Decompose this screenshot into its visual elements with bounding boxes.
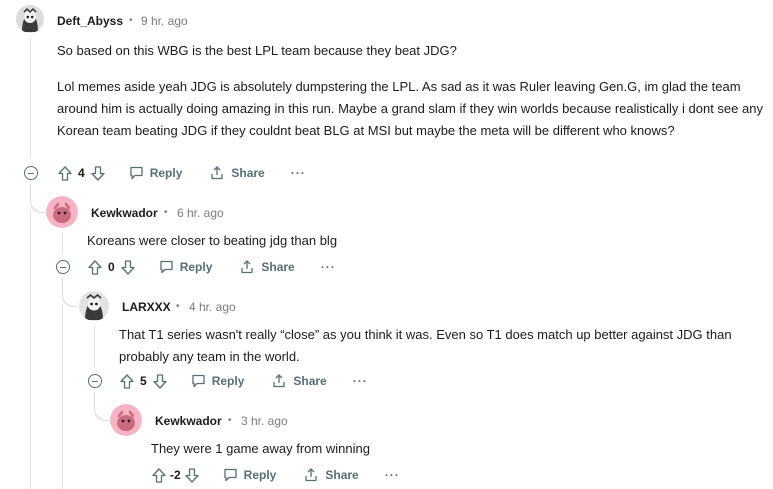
upvote-icon[interactable] <box>58 165 72 181</box>
comment-actions: 4 Reply Share ··· <box>58 162 306 184</box>
reply-label: Reply <box>179 260 213 274</box>
timestamp[interactable]: 4 hr. ago <box>189 300 236 314</box>
reply-label: Reply <box>211 374 245 388</box>
more-options-button[interactable]: ··· <box>353 374 368 388</box>
comment-actions: 5 Reply Share ··· <box>120 370 368 392</box>
thread-line <box>62 304 63 489</box>
share-button[interactable]: Share <box>209 166 265 180</box>
username[interactable]: Kewkwador <box>155 414 222 428</box>
thread-line[interactable] <box>94 326 95 368</box>
thread-line <box>30 210 31 489</box>
separator-dot: • <box>164 207 168 218</box>
ghost-avatar-icon <box>16 5 44 33</box>
comment-paragraph: That T1 series wasn't really “close” as … <box>119 327 732 364</box>
share-button[interactable]: Share <box>303 468 359 482</box>
more-options-button[interactable]: ··· <box>385 468 400 482</box>
comment-paragraph: Lol memes aside yeah JDG is absolutely d… <box>57 79 763 138</box>
timestamp[interactable]: 9 hr. ago <box>141 14 188 28</box>
share-icon <box>241 260 254 274</box>
more-options-button[interactable]: ··· <box>291 166 306 180</box>
separator-dot: • <box>228 415 232 426</box>
vote-count: 0 <box>108 260 115 274</box>
comment-body: Koreans were closer to beating jdg than … <box>87 230 767 252</box>
separator-dot: • <box>176 301 180 312</box>
collapse-thread-button[interactable] <box>56 260 70 274</box>
comment-body: They were 1 game away from winning <box>151 438 761 460</box>
upvote-icon[interactable] <box>152 467 166 483</box>
reply-label: Reply <box>243 468 277 482</box>
comment-icon <box>192 374 205 388</box>
reply-button[interactable]: Reply <box>191 374 245 388</box>
share-label: Share <box>231 166 265 180</box>
share-button[interactable]: Share <box>271 374 327 388</box>
separator-dot: • <box>129 15 133 26</box>
avatar[interactable] <box>110 404 142 436</box>
username[interactable]: Deft_Abyss <box>57 14 123 28</box>
share-icon <box>273 374 286 388</box>
downvote-icon[interactable] <box>153 373 167 389</box>
reply-label: Reply <box>149 166 183 180</box>
comment-icon <box>130 166 143 180</box>
timestamp[interactable]: 3 hr. ago <box>241 414 288 428</box>
share-label: Share <box>325 468 359 482</box>
share-label: Share <box>293 374 327 388</box>
upvote-icon[interactable] <box>120 373 134 389</box>
share-button[interactable]: Share <box>239 260 295 274</box>
more-options-button[interactable]: ··· <box>321 260 336 274</box>
avatar[interactable] <box>46 196 78 228</box>
vote-count: 5 <box>140 374 147 388</box>
downvote-icon[interactable] <box>91 165 105 181</box>
avatar[interactable] <box>79 291 109 321</box>
downvote-icon[interactable] <box>185 467 199 483</box>
collapse-thread-button[interactable] <box>24 166 38 180</box>
comment-icon <box>160 260 173 274</box>
comment-paragraph: Koreans were closer to beating jdg than … <box>87 233 338 248</box>
thread-line[interactable] <box>62 232 63 254</box>
share-label: Share <box>261 260 295 274</box>
share-icon <box>305 468 318 482</box>
pink-blob-avatar-icon <box>110 404 142 436</box>
upvote-icon[interactable] <box>88 259 102 275</box>
comment-actions: 0 Reply Share ··· <box>88 256 336 278</box>
thread-line[interactable] <box>30 38 31 158</box>
pink-blob-avatar-icon <box>46 196 78 228</box>
comment-paragraph: They were 1 game away from winning <box>151 441 370 456</box>
comment-paragraph: So based on this WBG is the best LPL tea… <box>57 43 457 58</box>
comment-icon <box>224 468 237 482</box>
reply-button[interactable]: Reply <box>223 468 277 482</box>
timestamp[interactable]: 6 hr. ago <box>177 206 224 220</box>
comment-actions: -2 Reply Share ··· <box>152 464 400 486</box>
downvote-icon[interactable] <box>121 259 135 275</box>
thread-connector <box>30 184 45 213</box>
username[interactable]: LARXXX <box>122 300 171 314</box>
username[interactable]: Kewkwador <box>91 206 158 220</box>
reply-button[interactable]: Reply <box>129 166 183 180</box>
collapse-thread-button[interactable] <box>88 374 102 388</box>
comment-body: That T1 series wasn't really “close” as … <box>119 324 771 368</box>
reply-button[interactable]: Reply <box>159 260 213 274</box>
vote-count: 4 <box>78 166 85 180</box>
share-icon <box>211 166 224 180</box>
vote-count: -2 <box>170 468 181 482</box>
ghost-avatar-icon <box>79 291 109 321</box>
comment-body: So based on this WBG is the best LPL tea… <box>57 40 769 142</box>
avatar[interactable] <box>16 5 44 33</box>
thread-connector <box>62 278 77 307</box>
thread-connector <box>94 392 109 421</box>
